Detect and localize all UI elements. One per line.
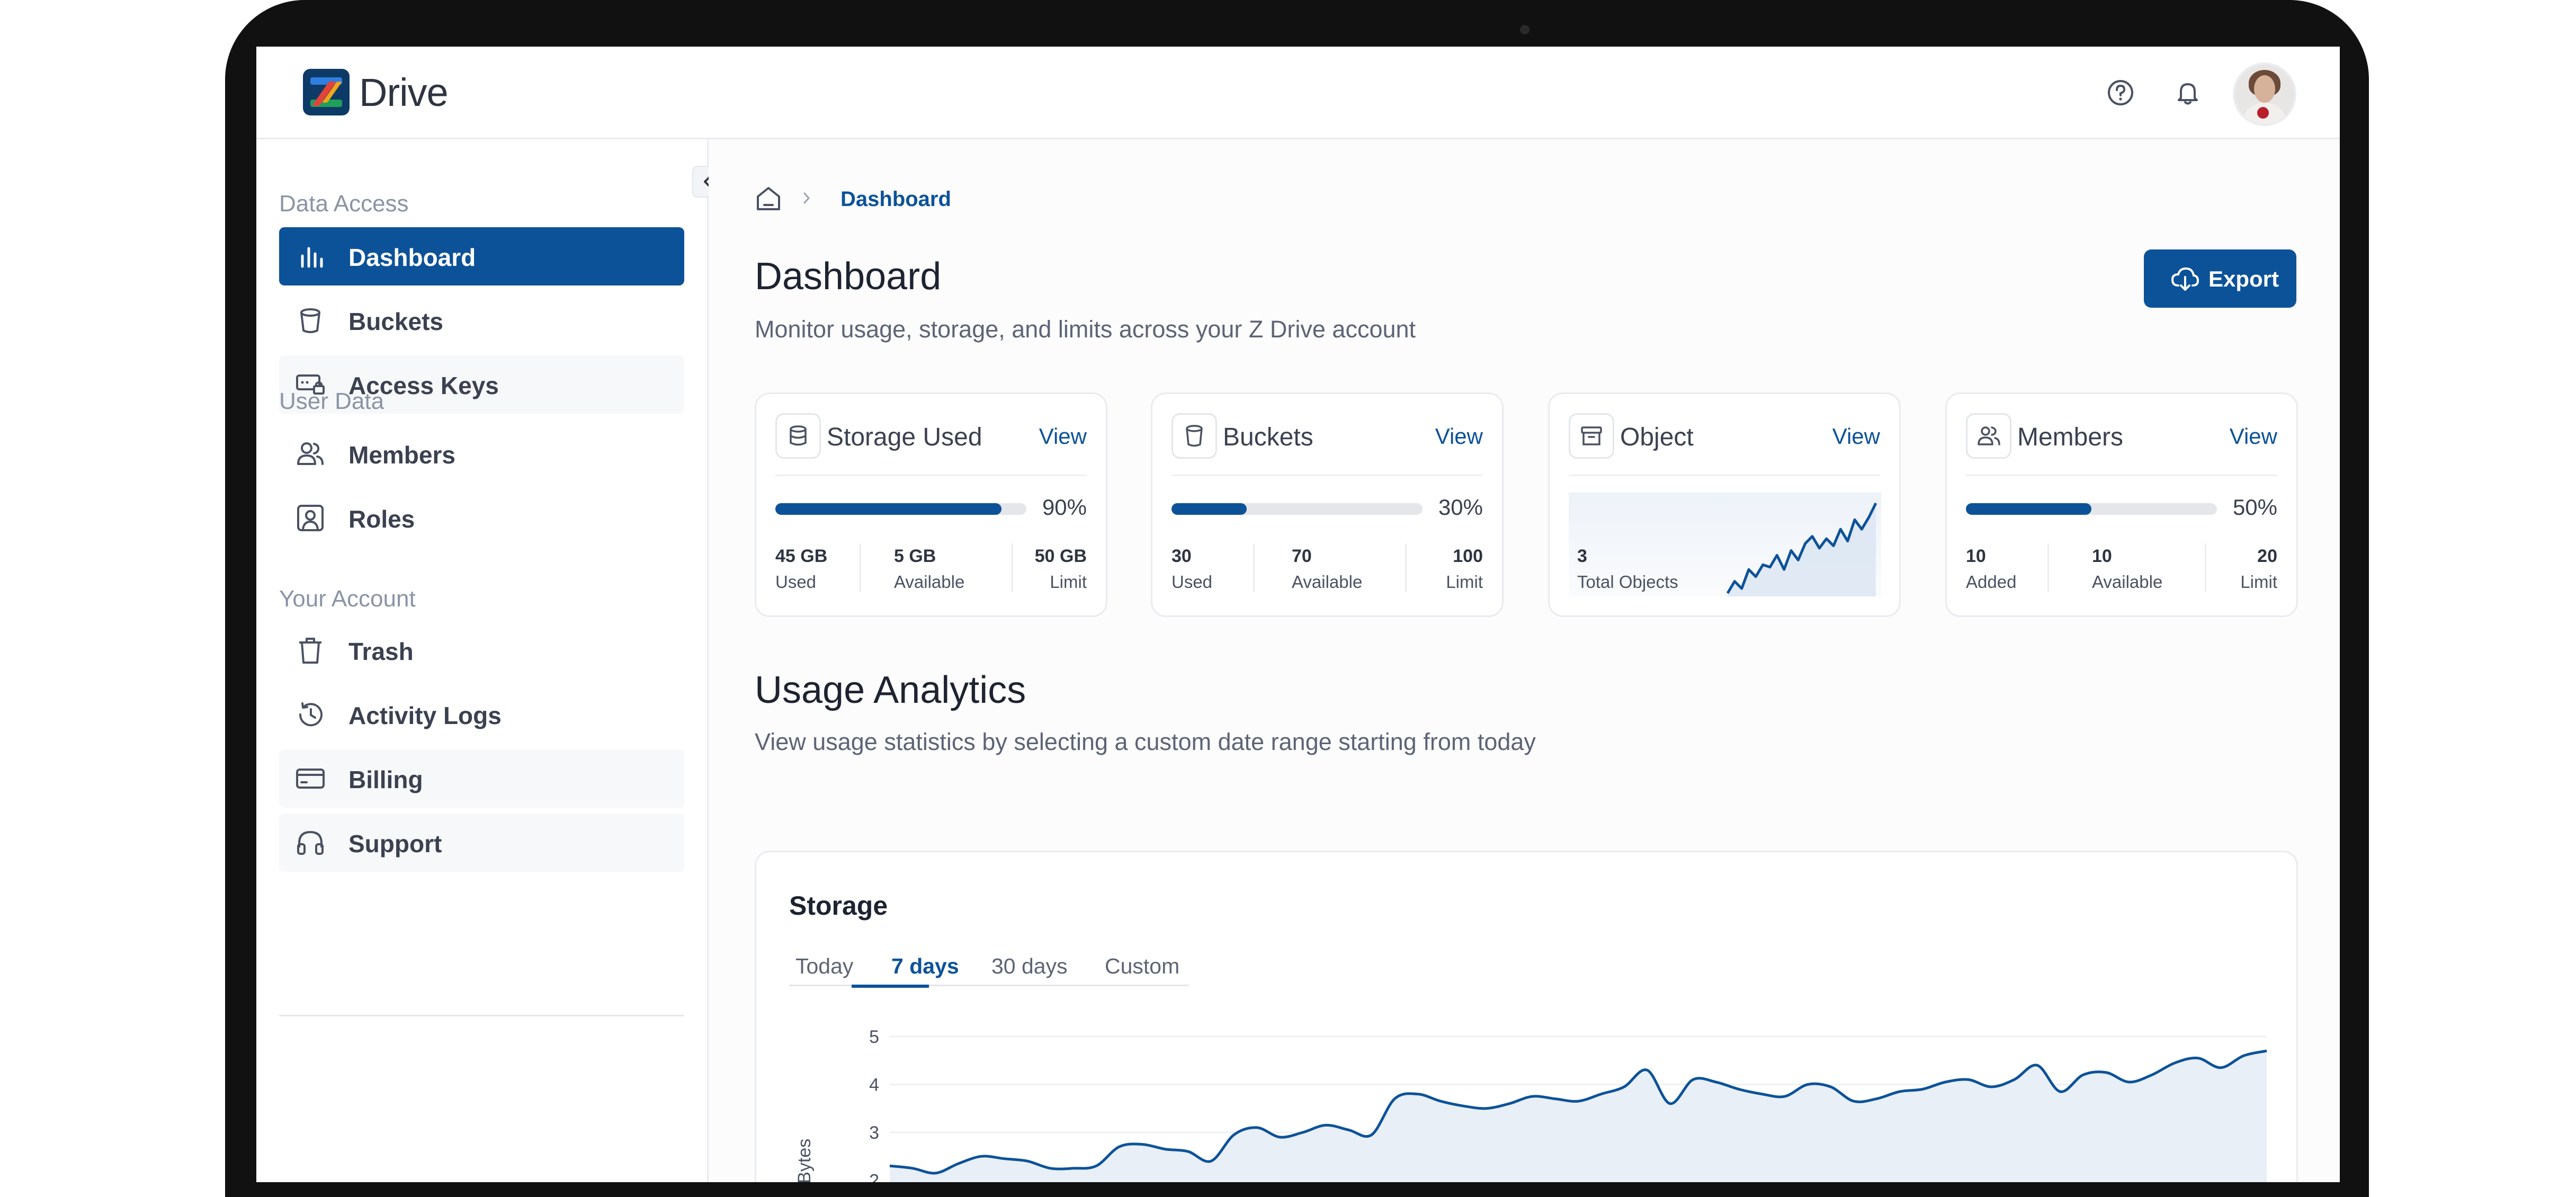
sidebar-divider: [279, 1015, 684, 1016]
object-card: Object View 3 Total Objects: [1548, 392, 1901, 617]
card-title: Members: [2017, 423, 2124, 451]
chart-area: [890, 1051, 2267, 1182]
sidebar-item-label: Trash: [348, 638, 414, 665]
headphones-icon: [297, 830, 324, 855]
storage-used-card: Storage Used View 90% 45 GB Used 5 GB Avai…: [755, 392, 1107, 617]
range-tabs: Today 7 days 30 days Custom: [789, 954, 1189, 986]
storage-area-chart: 12345 Bytes: [794, 1027, 2267, 1182]
percent-label: 50%: [2232, 495, 2277, 520]
card-title: Storage Used: [827, 423, 982, 451]
camera-dot: [1520, 25, 1529, 34]
sidebar-item-billing[interactable]: Billing: [279, 749, 684, 808]
page-subtitle: Monitor usage, storage, and limits acros…: [755, 316, 1416, 343]
database-icon: [790, 425, 807, 446]
export-label: Export: [2208, 266, 2279, 291]
percent-label: 30%: [1438, 495, 1483, 520]
sidebar: Data Access Dashboard Buckets Access Key…: [256, 139, 709, 1182]
stat-total-objects: 3 Total Objects: [1577, 546, 1678, 592]
card-title: Object: [1620, 423, 1694, 451]
sidebar-item-label: Buckets: [348, 308, 443, 335]
usage-analytics-subtitle: View usage statistics by selecting a cus…: [755, 728, 1536, 755]
y-tick-label: 5: [869, 1027, 879, 1047]
trash-icon: [299, 638, 321, 664]
view-link[interactable]: View: [2230, 424, 2277, 449]
sidebar-item-label: Activity Logs: [348, 702, 502, 729]
help-icon[interactable]: [2105, 77, 2136, 109]
tab-7-days[interactable]: 7 days: [891, 954, 959, 979]
buckets-card: Buckets View 30% 30 Used 70 Available 100 L…: [1151, 392, 1504, 617]
y-tick-label: 3: [869, 1123, 879, 1143]
sidebar-item-dashboard[interactable]: Dashboard: [279, 227, 684, 285]
percent-label: 90%: [1042, 495, 1087, 520]
sidebar-item-label: Roles: [348, 505, 415, 533]
sidebar-item-label: Dashboard: [348, 244, 476, 271]
progress-fill: [1171, 503, 1247, 515]
stat-used: 30 Used: [1171, 546, 1213, 592]
user-square-icon: [297, 505, 324, 531]
breadcrumb-current[interactable]: Dashboard: [840, 187, 951, 211]
progress-bar: [1171, 503, 1423, 515]
sidebar-item-label: Support: [348, 830, 442, 857]
sidebar-item-members[interactable]: Members: [279, 425, 684, 483]
progress-fill: [1966, 503, 2091, 515]
main-content: Dashboard Dashboard Monitor usage, stora…: [709, 139, 2340, 1182]
users-icon: [297, 442, 324, 465]
tab-today[interactable]: Today: [795, 954, 853, 979]
users-icon: [1978, 426, 2000, 445]
brand-name: Drive: [359, 70, 449, 114]
progress-bar: [775, 503, 1026, 515]
progress-fill: [775, 503, 1001, 515]
cloud-download-icon: [2171, 267, 2199, 291]
sidebar-item-activity-logs[interactable]: Activity Logs: [279, 685, 684, 744]
sidebar-item-support[interactable]: Support: [279, 814, 684, 872]
top-header: Drive: [256, 47, 2340, 139]
home-icon[interactable]: [754, 184, 783, 213]
y-axis-label: Bytes: [794, 1139, 815, 1182]
app-window: Drive Data Access Dashboard Buckets Acce…: [256, 47, 2340, 1182]
stat-used: 45 GB Used: [775, 546, 828, 592]
stat-available: 10 Available: [2092, 546, 2163, 592]
usage-analytics-title: Usage Analytics: [755, 669, 1026, 711]
section-label-data-access: Data Access: [279, 191, 409, 217]
bar-chart-icon: [301, 247, 323, 268]
stat-limit: 100 Limit: [1446, 546, 1483, 592]
view-link[interactable]: View: [1435, 424, 1483, 449]
members-card: Members View 50% 10 Added 10 Available 20 L…: [1945, 392, 2298, 617]
view-link[interactable]: View: [1832, 424, 1880, 449]
sidebar-item-label: Billing: [348, 766, 423, 793]
section-label-user-data: User Data: [279, 388, 384, 414]
z-logo-icon[interactable]: [303, 69, 350, 115]
stat-available: 70 Available: [1292, 546, 1363, 592]
card-title: Buckets: [1223, 423, 1313, 451]
user-avatar[interactable]: [2233, 62, 2296, 126]
section-label-your-account: Your Account: [279, 586, 416, 612]
bell-icon[interactable]: [2172, 77, 2204, 109]
history-icon: [299, 702, 323, 727]
credit-card-icon: [296, 769, 325, 789]
sidebar-item-label: Members: [348, 441, 455, 469]
y-tick-label: 2: [869, 1171, 879, 1182]
bucket-icon: [300, 308, 320, 333]
sidebar-item-trash[interactable]: Trash: [279, 621, 684, 680]
storage-chart-panel: Storage Today 7 days 30 days Custom 1234…: [755, 851, 2298, 1182]
progress-bar: [1966, 503, 2217, 515]
chevron-right-icon: [803, 192, 810, 204]
page-title: Dashboard: [755, 255, 942, 298]
panel-title: Storage: [789, 891, 888, 921]
export-button[interactable]: Export: [2144, 249, 2296, 308]
stat-limit: 50 GB Limit: [1034, 546, 1087, 592]
stat-added: 10 Added: [1966, 546, 2017, 592]
y-tick-label: 4: [869, 1075, 879, 1095]
tab-custom[interactable]: Custom: [1105, 954, 1179, 979]
bucket-icon: [1186, 425, 1203, 447]
tab-30-days[interactable]: 30 days: [991, 954, 1068, 979]
stat-limit: 20 Limit: [2240, 546, 2277, 592]
sidebar-item-roles[interactable]: Roles: [279, 489, 684, 547]
sidebar-item-buckets[interactable]: Buckets: [279, 291, 684, 350]
active-tab-indicator: [852, 985, 929, 988]
archive-icon: [1581, 426, 1602, 445]
view-link[interactable]: View: [1039, 424, 1087, 449]
stat-available: 5 GB Available: [894, 546, 965, 592]
